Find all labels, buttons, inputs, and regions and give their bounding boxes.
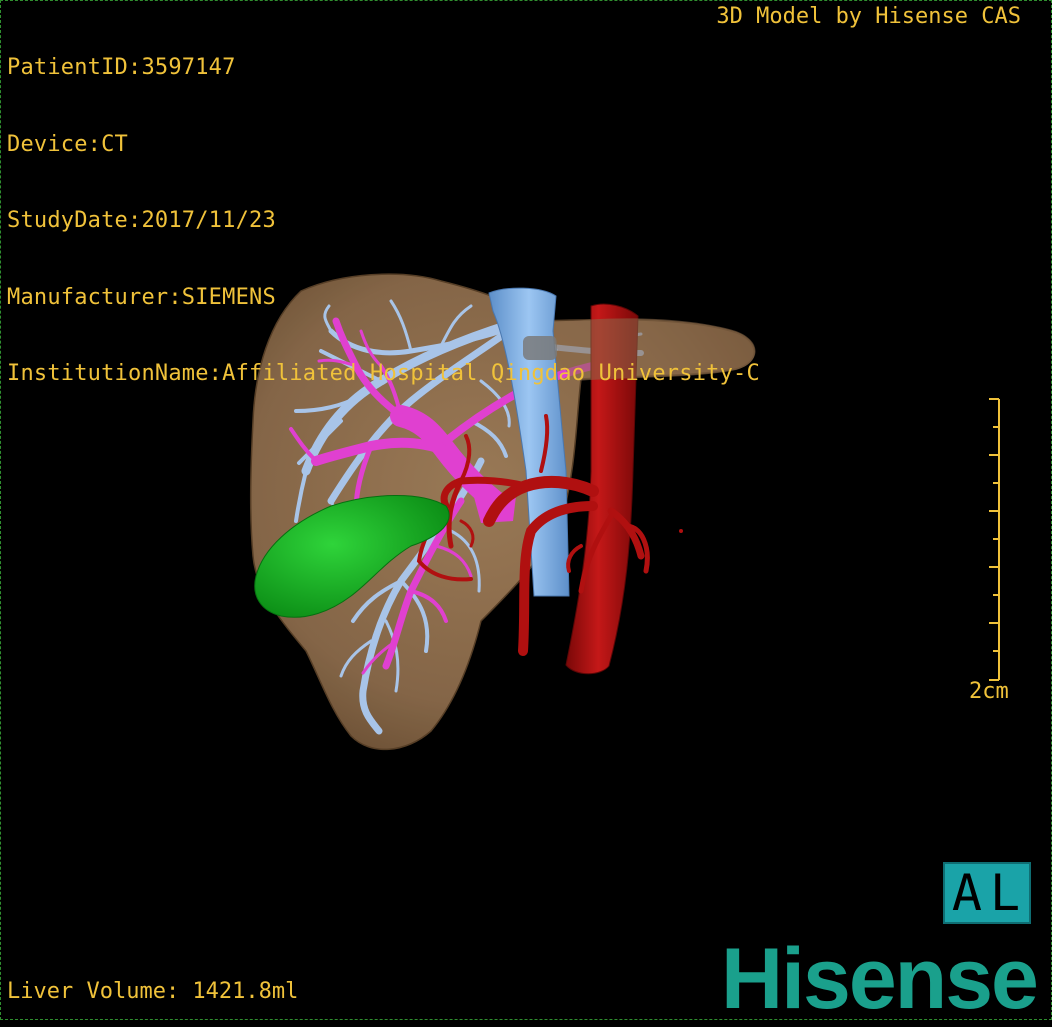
manufacturer-text: Manufacturer:SIEMENS (7, 284, 276, 310)
study-date-text: StudyDate:2017/11/23 (7, 208, 276, 233)
hisense-logo: Hisense (721, 931, 1039, 1027)
orientation-label: AL (951, 864, 1029, 922)
model-watermark: 3D Model by Hisense CAS (716, 4, 1021, 29)
orientation-indicator[interactable]: AL (943, 862, 1031, 924)
artery-stub (679, 529, 683, 533)
dicom-info: PatientID:3597147 Device:CT StudyDate:20… (7, 4, 760, 438)
scale-label: 2cm (969, 679, 1009, 704)
3d-viewport[interactable]: PatientID:3597147 Device:CT StudyDate:20… (0, 0, 1052, 1027)
institution-text: InstitutionName:Affiliated Hospital Qing… (7, 361, 760, 386)
device-text: Device:CT (7, 131, 129, 157)
patient-id-text: PatientID:3597147 (7, 55, 236, 80)
scale-bar (989, 398, 1000, 681)
liver-volume-text: Liver Volume: 1421.8ml (7, 979, 299, 1004)
